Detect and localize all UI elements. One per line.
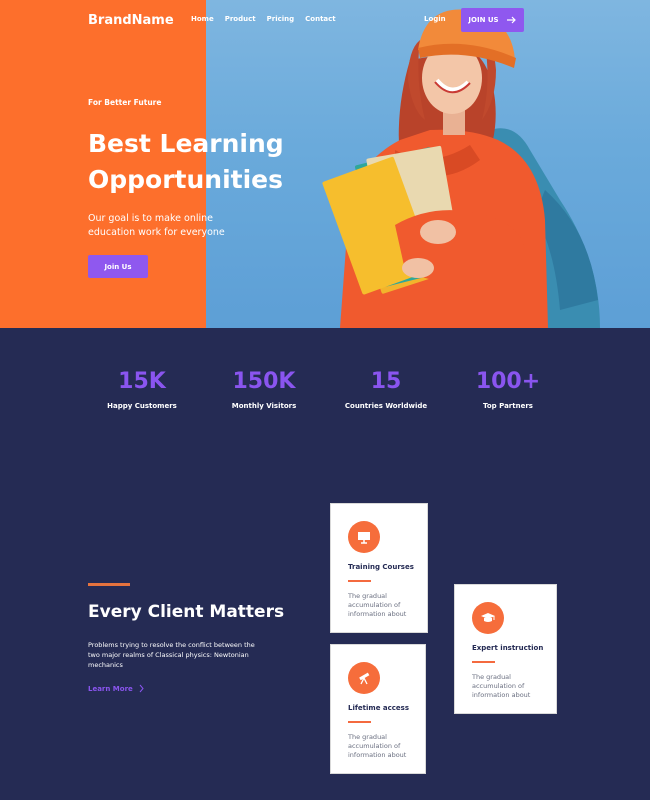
stat-value: 15K bbox=[118, 369, 166, 394]
card-divider bbox=[472, 661, 495, 663]
stat-label: Monthly Visitors bbox=[231, 402, 297, 410]
stat-value: 15 bbox=[370, 369, 402, 394]
nav-home[interactable]: Home bbox=[191, 15, 214, 23]
learn-more-link[interactable]: Learn More bbox=[88, 684, 144, 693]
section-accent-line bbox=[88, 583, 130, 586]
presentation-board-icon bbox=[348, 521, 380, 553]
arrow-right-icon bbox=[506, 16, 516, 24]
card-text: The gradual accumulation of information … bbox=[348, 592, 407, 618]
learn-more-label: Learn More bbox=[88, 684, 133, 693]
hero-title-line1: Best Learning bbox=[88, 129, 284, 158]
hero-title-line2: Opportunities bbox=[88, 165, 284, 194]
feature-card-lifetime: Lifetime access The gradual accumulation… bbox=[330, 644, 426, 774]
join-us-label: JOIN US bbox=[468, 16, 499, 24]
telescope-icon bbox=[348, 662, 380, 694]
hero-title: Best Learning Opportunities bbox=[88, 126, 318, 198]
nav-pricing[interactable]: Pricing bbox=[267, 15, 295, 23]
join-us-header-button[interactable]: JOIN US bbox=[461, 8, 524, 32]
nav-product[interactable]: Product bbox=[225, 15, 256, 23]
features-description: Problems trying to resolve the conflict … bbox=[88, 641, 255, 669]
card-divider bbox=[348, 721, 371, 723]
features-title: Every Client Matters bbox=[88, 602, 285, 622]
stat-label: Happy Customers bbox=[107, 402, 177, 410]
chevron-right-icon bbox=[139, 684, 144, 693]
card-title: Training Courses bbox=[348, 563, 414, 571]
stat-label: Countries Worldwide bbox=[344, 402, 428, 410]
hero-kicker: For Better Future bbox=[88, 98, 162, 107]
card-title: Lifetime access bbox=[348, 704, 409, 712]
card-title: Expert instruction bbox=[472, 644, 544, 652]
hero-subtitle: Our goal is to make online education wor… bbox=[88, 213, 225, 238]
stat-value: 150K bbox=[232, 369, 296, 394]
feature-card-expert: Expert instruction The gradual accumulat… bbox=[454, 584, 557, 714]
graduation-cap-icon bbox=[472, 602, 504, 634]
stats-section: 15K Happy Customers 150K Monthly Visitor… bbox=[0, 328, 650, 438]
card-text: The gradual accumulation of information … bbox=[472, 673, 531, 699]
brand-logo[interactable]: BrandName bbox=[88, 13, 174, 28]
stat-label: Top Partners bbox=[483, 402, 533, 410]
stat-top-partners: 100+ Top Partners bbox=[443, 369, 573, 411]
join-us-hero-button[interactable]: Join Us bbox=[88, 255, 148, 278]
nav-contact[interactable]: Contact bbox=[305, 15, 336, 23]
feature-card-training: Training Courses The gradual accumulatio… bbox=[330, 503, 428, 633]
stat-countries: 15 Countries Worldwide bbox=[321, 369, 451, 411]
stat-happy-customers: 15K Happy Customers bbox=[77, 369, 207, 411]
hero-section: BrandName Home Product Pricing Contact L… bbox=[0, 0, 650, 328]
main-nav: Home Product Pricing Contact bbox=[191, 15, 336, 23]
card-text: The gradual accumulation of information … bbox=[348, 733, 407, 759]
card-divider bbox=[348, 580, 371, 582]
stat-value: 100+ bbox=[475, 369, 541, 394]
stat-monthly-visitors: 150K Monthly Visitors bbox=[199, 369, 329, 411]
login-link[interactable]: Login bbox=[424, 15, 446, 23]
